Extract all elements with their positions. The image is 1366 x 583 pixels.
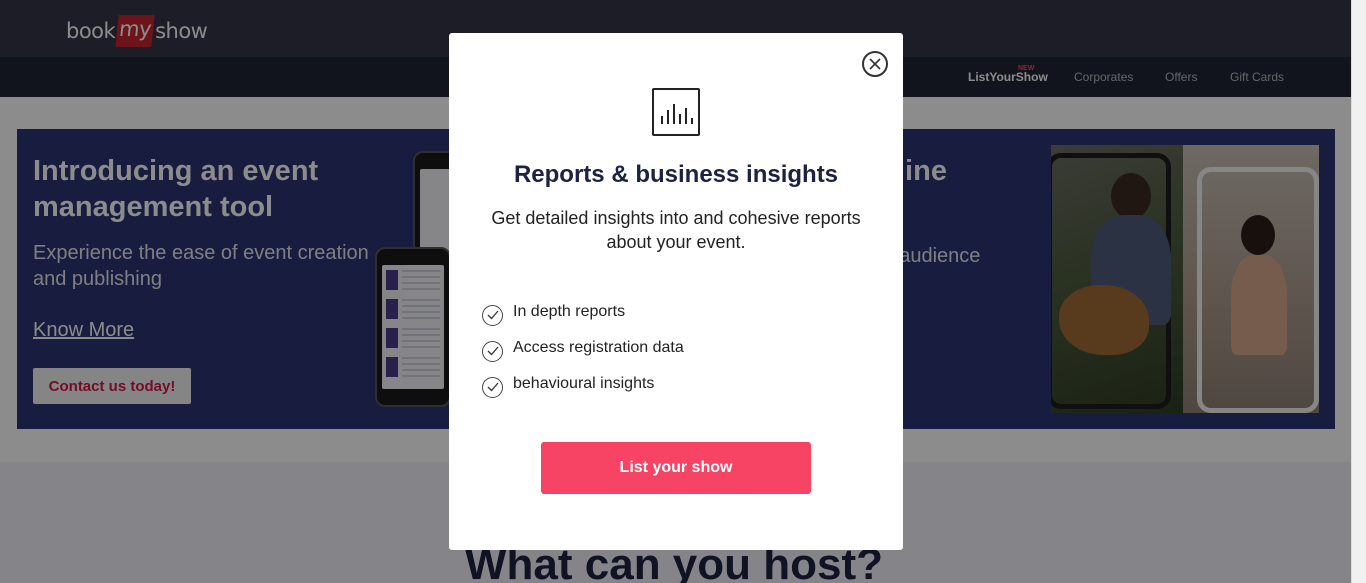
feature-label: Access registration data [513,339,684,356]
modal-description: Get detailed insights into and cohesive … [491,208,861,252]
list-item: behavioural insights [482,366,684,402]
list-item: In depth reports [482,294,684,330]
feature-label: In depth reports [513,303,626,320]
bar-chart-icon [652,88,700,136]
check-circle-icon [482,340,503,362]
check-circle-icon [482,304,503,326]
list-item: Access registration data [482,330,684,366]
feature-label: behavioural insights [513,375,655,392]
feature-list: In depth reports Access registration dat… [482,294,684,402]
check-circle-icon [482,376,503,398]
scrollbar[interactable] [1351,0,1366,583]
close-icon [869,58,881,70]
close-button[interactable] [862,51,888,77]
list-your-show-button[interactable]: List your show [541,442,811,494]
modal-title: Reports & business insights [513,161,839,188]
insights-modal: Reports & business insights Get detailed… [449,33,903,550]
